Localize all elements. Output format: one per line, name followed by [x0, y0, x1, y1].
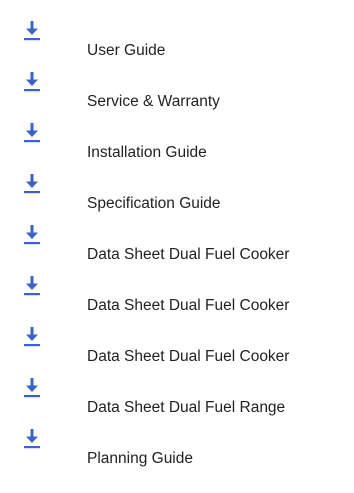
download-item-data-sheet-cooker-2[interactable]: Data Sheet Dual Fuel Cooker [0, 275, 354, 327]
download-icon[interactable] [22, 275, 42, 297]
download-item-label[interactable]: Data Sheet Dual Fuel Cooker [87, 245, 289, 265]
download-item-label[interactable]: Data Sheet Dual Fuel Cooker [87, 296, 289, 316]
download-icon[interactable] [22, 377, 42, 399]
download-item-data-sheet-range[interactable]: Data Sheet Dual Fuel Range [0, 377, 354, 429]
download-icon[interactable] [22, 224, 42, 246]
download-icon[interactable] [22, 122, 42, 144]
download-list: User Guide Service & Warranty Installati… [0, 0, 354, 493]
download-item-label[interactable]: Installation Guide [87, 143, 207, 163]
download-item-service-warranty[interactable]: Service & Warranty [0, 71, 354, 123]
download-item-specification-guide[interactable]: Specification Guide [0, 173, 354, 225]
download-item-label[interactable]: Planning Guide [87, 449, 193, 469]
download-item-data-sheet-cooker-1[interactable]: Data Sheet Dual Fuel Cooker [0, 224, 354, 276]
download-item-data-sheet-cooker-3[interactable]: Data Sheet Dual Fuel Cooker [0, 326, 354, 378]
download-item-installation-guide[interactable]: Installation Guide [0, 122, 354, 174]
download-item-user-guide[interactable]: User Guide [0, 20, 354, 72]
download-icon[interactable] [22, 326, 42, 348]
download-item-label[interactable]: Service & Warranty [87, 92, 220, 112]
download-item-label[interactable]: Data Sheet Dual Fuel Cooker [87, 347, 289, 367]
download-icon[interactable] [22, 71, 42, 93]
download-icon[interactable] [22, 173, 42, 195]
download-item-planning-guide[interactable]: Planning Guide [0, 428, 354, 480]
download-item-label[interactable]: Data Sheet Dual Fuel Range [87, 398, 285, 418]
download-icon[interactable] [22, 20, 42, 42]
download-icon[interactable] [22, 428, 42, 450]
download-item-label[interactable]: Specification Guide [87, 194, 221, 214]
download-item-label[interactable]: User Guide [87, 41, 165, 61]
